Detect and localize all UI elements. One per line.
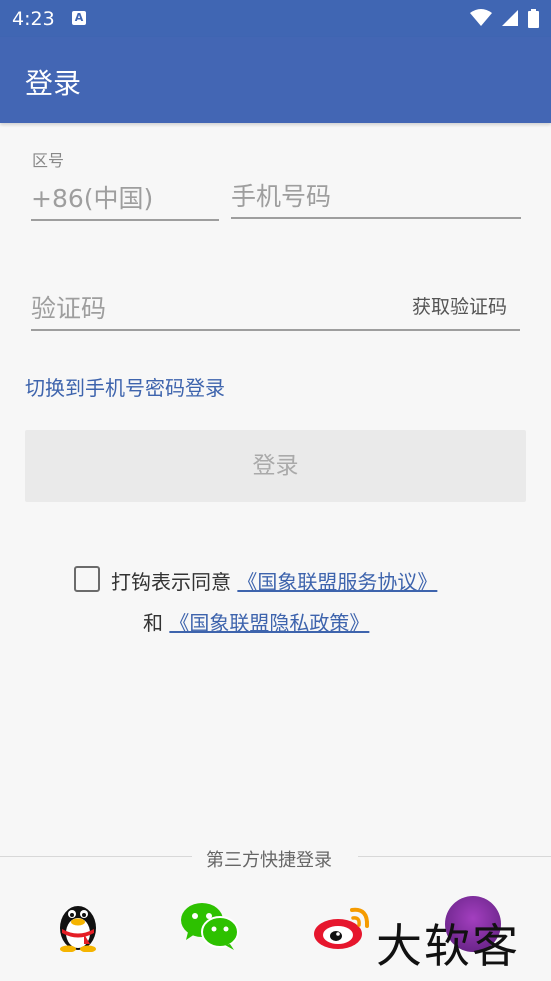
app-bar: 登录	[0, 37, 551, 123]
phone-input[interactable]: 手机号码	[231, 177, 521, 219]
phone-placeholder: 手机号码	[231, 182, 332, 211]
agree-checkbox[interactable]	[74, 566, 100, 592]
agreement-prefix: 打钩表示同意	[111, 570, 231, 594]
qq-login-button[interactable]	[54, 898, 102, 956]
code-placeholder: 验证码	[31, 294, 107, 323]
status-bar: 4:23 A	[0, 0, 551, 37]
battery-icon	[528, 9, 539, 28]
watermark-logo: 大软客	[376, 919, 520, 973]
divider-right	[358, 856, 551, 857]
agreement-conjunction: 和	[143, 611, 163, 635]
login-button[interactable]: 登录	[25, 430, 526, 502]
wifi-icon	[469, 9, 492, 26]
switch-to-password-login-link[interactable]: 切换到手机号密码登录	[25, 372, 225, 401]
area-code-value: +86(中国)	[31, 184, 154, 213]
qq-icon	[60, 906, 96, 953]
status-icons	[466, 9, 539, 29]
agreement-line-1: 打钩表示同意 《国象联盟服务协议》	[111, 566, 437, 595]
weibo-icon	[314, 907, 370, 949]
area-code-field[interactable]: +86(中国)	[31, 179, 219, 221]
third-party-title: 第三方快捷登录	[206, 850, 332, 871]
get-code-button[interactable]: 获取验证码	[412, 292, 507, 319]
divider-left	[0, 856, 192, 857]
weibo-login-button[interactable]	[312, 902, 372, 954]
wechat-icon	[181, 903, 239, 950]
notification-icon: A	[72, 11, 86, 25]
area-code-label: 区号	[32, 151, 65, 170]
wechat-login-button[interactable]	[180, 902, 240, 954]
privacy-policy-link[interactable]: 《国象联盟隐私政策》	[169, 611, 369, 635]
signal-icon	[501, 10, 518, 26]
agreement-line-2: 和 《国象联盟隐私政策》	[143, 607, 369, 636]
status-time: 4:23	[12, 8, 55, 30]
service-agreement-link[interactable]: 《国象联盟服务协议》	[237, 570, 437, 594]
page-title: 登录	[25, 67, 82, 100]
